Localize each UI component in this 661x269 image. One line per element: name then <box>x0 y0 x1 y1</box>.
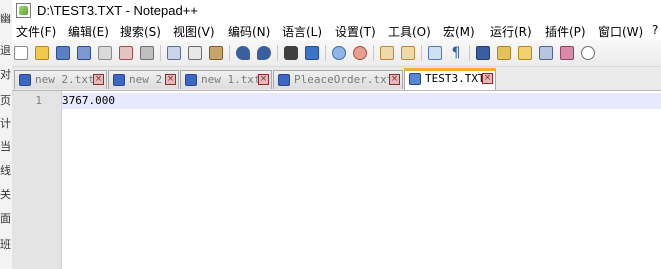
menu-language[interactable]: 语言(L) <box>282 23 322 40</box>
menu-search[interactable]: 搜索(S) <box>120 23 161 40</box>
user-defined-language-icon[interactable] <box>495 44 513 62</box>
file-saved-icon <box>409 73 421 85</box>
toolbar-separator <box>325 45 326 61</box>
toolbar-separator <box>160 45 161 61</box>
open-file-icon[interactable] <box>33 44 51 62</box>
monitoring-icon[interactable] <box>579 44 597 62</box>
file-saved-icon <box>19 74 31 86</box>
background-char: 幽 <box>0 12 11 25</box>
toolbar-separator <box>229 45 230 61</box>
tab-label: TEST3.TXT <box>425 72 485 85</box>
close-all-icon[interactable] <box>117 44 135 62</box>
background-char: 当 <box>0 140 11 153</box>
menu-settings[interactable]: 设置(T) <box>335 23 376 40</box>
tab-test3-txt[interactable]: TEST3.TXT × <box>404 68 496 90</box>
undo-icon[interactable] <box>234 44 252 62</box>
toolbar-separator <box>469 45 470 61</box>
toolbar: ¶ <box>12 40 661 67</box>
print-icon[interactable] <box>138 44 156 62</box>
indent-guide-icon[interactable] <box>474 44 492 62</box>
background-char: 班 <box>0 238 11 251</box>
menu-view[interactable]: 视图(V) <box>173 23 215 40</box>
tab-label: PleaceOrder.txt <box>294 73 394 86</box>
menu-bar: 文件(F) 编辑(E) 搜索(S) 视图(V) 编码(N) 语言(L) 设置(T… <box>12 22 661 40</box>
redo-icon[interactable] <box>255 44 273 62</box>
notepad-app-icon <box>16 3 31 18</box>
sync-horizontal-icon[interactable] <box>399 44 417 62</box>
zoom-out-icon[interactable] <box>351 44 369 62</box>
title-bar[interactable]: D:\TEST3.TXT - Notepad++ <box>12 0 661 22</box>
background-char: 对 <box>0 68 11 81</box>
current-line-highlight <box>62 93 661 109</box>
close-icon[interactable] <box>96 44 114 62</box>
replace-icon[interactable] <box>303 44 321 62</box>
background-char: 页 <box>0 94 11 107</box>
tab-new-1-txt[interactable]: new 1.txt × <box>180 70 272 89</box>
folder-workspace-icon[interactable] <box>558 44 576 62</box>
menu-help[interactable]: ? <box>652 23 658 37</box>
menu-encoding[interactable]: 编码(N) <box>228 23 270 40</box>
line-number-gutter: 1 <box>12 91 62 269</box>
tab-label: new 2 <box>129 73 163 86</box>
tab-close-icon[interactable]: × <box>165 74 176 85</box>
tab-close-icon[interactable]: × <box>389 74 400 85</box>
find-icon[interactable] <box>282 44 300 62</box>
menu-edit[interactable]: 编辑(E) <box>68 23 109 40</box>
menu-plugins[interactable]: 插件(P) <box>545 23 586 40</box>
paste-icon[interactable] <box>207 44 225 62</box>
toolbar-separator <box>421 45 422 61</box>
tab-close-icon[interactable]: × <box>258 74 269 85</box>
save-all-icon[interactable] <box>75 44 93 62</box>
notepad-plus-plus-window: D:\TEST3.TXT - Notepad++ 文件(F) 编辑(E) 搜索(… <box>12 0 661 269</box>
tab-close-icon[interactable]: × <box>482 73 493 84</box>
new-file-icon[interactable] <box>12 44 30 62</box>
file-saved-icon <box>185 74 197 86</box>
tab-pleaceorder-txt[interactable]: PleaceOrder.txt × <box>273 70 403 89</box>
menu-tools[interactable]: 工具(O) <box>388 23 431 40</box>
toolbar-separator <box>373 45 374 61</box>
file-saved-icon <box>113 74 125 86</box>
menu-run[interactable]: 运行(R) <box>490 23 532 40</box>
line-number: 1 <box>35 94 42 107</box>
file-saved-icon <box>278 74 290 86</box>
cut-icon[interactable] <box>165 44 183 62</box>
tab-new-2[interactable]: new 2 × <box>108 70 179 89</box>
document-map-icon[interactable] <box>516 44 534 62</box>
sync-vertical-icon[interactable] <box>378 44 396 62</box>
save-icon[interactable] <box>54 44 72 62</box>
show-all-chars-icon[interactable]: ¶ <box>447 44 465 62</box>
editor-text[interactable]: 3767.000 <box>62 94 115 107</box>
menu-file[interactable]: 文件(F) <box>16 23 56 40</box>
editor-area[interactable]: 1 3767.000 <box>12 91 661 269</box>
menu-macro[interactable]: 宏(M) <box>443 23 475 40</box>
window-title: D:\TEST3.TXT - Notepad++ <box>37 3 198 18</box>
tab-label: new 2.txt <box>35 73 95 86</box>
background-char: 面 <box>0 212 11 225</box>
tab-new-2-txt[interactable]: new 2.txt × <box>14 70 107 89</box>
menu-window[interactable]: 窗口(W) <box>598 23 643 40</box>
copy-icon[interactable] <box>186 44 204 62</box>
word-wrap-icon[interactable] <box>426 44 444 62</box>
toolbar-separator <box>277 45 278 61</box>
zoom-in-icon[interactable] <box>330 44 348 62</box>
background-char: 计 <box>0 117 11 130</box>
tab-label: new 1.txt <box>201 73 261 86</box>
function-list-icon[interactable] <box>537 44 555 62</box>
background-char: 线 <box>0 164 11 177</box>
background-char: 关 <box>0 188 11 201</box>
background-char: 退 <box>0 44 11 57</box>
tab-close-icon[interactable]: × <box>93 74 104 85</box>
document-tab-bar: new 2.txt × new 2 × new 1.txt × PleaceOr… <box>12 67 661 91</box>
